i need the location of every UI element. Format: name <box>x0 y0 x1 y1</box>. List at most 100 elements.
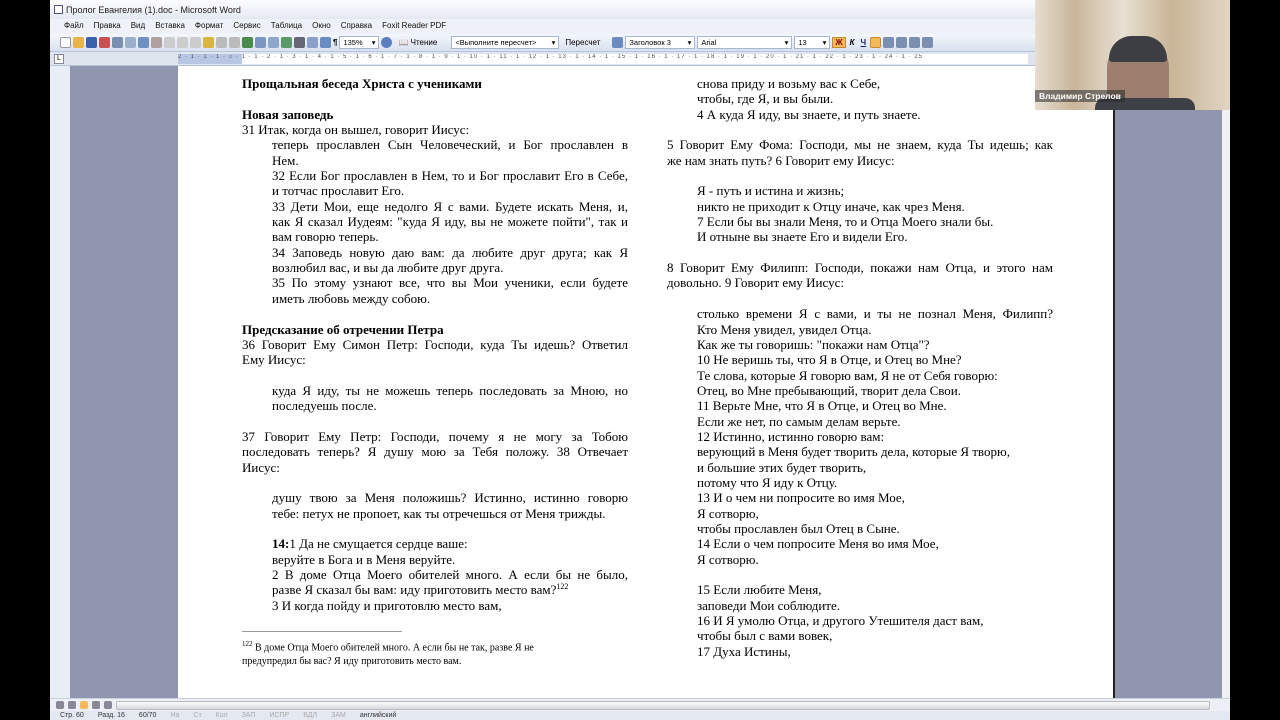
menu-view[interactable]: Вид <box>131 21 145 34</box>
footnote-reference[interactable]: 122 <box>556 582 568 591</box>
ruler-ticks: 2 · 1 · 1 · 1 · ⌂ · 1 · 1 · 2 · 1 · 3 · … <box>178 54 924 60</box>
line-text: же нам знать путь? 6 Говорит ему Иисус: <box>667 152 895 168</box>
line-text: 33 Дети Мои, еще недолго Я с вами. Будет… <box>272 198 628 214</box>
reading-button[interactable]: 📖 Чтение <box>394 38 441 47</box>
text-line: Кто Меня увидел, увидел Отца. <box>667 322 1053 337</box>
text-line: верующий в Меня будет творить дела, кото… <box>667 444 1053 459</box>
footnote: 122 В доме Отца Моего обителей много. А … <box>242 631 602 669</box>
status-rec[interactable]: ЗАП <box>242 711 256 720</box>
undo-icon[interactable] <box>216 37 227 48</box>
print-layout-icon[interactable] <box>80 701 88 709</box>
outline-view-icon[interactable] <box>92 701 100 709</box>
drawing-icon[interactable] <box>307 37 318 48</box>
recalc-button[interactable]: Пересчет <box>561 38 604 47</box>
columns-icon[interactable] <box>294 37 305 48</box>
line-text: довольно. 9 Говорит ему Иисус: <box>667 275 844 291</box>
redo-icon[interactable] <box>229 37 240 48</box>
bold-button[interactable]: Ж <box>832 37 846 48</box>
status-ext[interactable]: ВДЛ <box>303 711 317 720</box>
help-icon[interactable] <box>381 37 393 48</box>
normal-view-icon[interactable] <box>56 701 64 709</box>
tab-selector[interactable]: L <box>54 54 64 64</box>
new-icon[interactable] <box>60 37 71 48</box>
align-right-icon[interactable] <box>896 37 908 48</box>
menu-file[interactable]: Файл <box>64 21 84 34</box>
font-size-select[interactable]: 13 ▾ <box>794 36 831 49</box>
style-select[interactable]: Заголовок 3 ▾ <box>625 36 696 49</box>
text-line: веруйте в Бога и в Меня веруйте. <box>242 552 628 567</box>
insert-excel-icon[interactable] <box>281 37 292 48</box>
insert-table-icon[interactable] <box>268 37 279 48</box>
document-page[interactable]: Прощальная беседа Христа с учениками Нова… <box>178 66 1115 698</box>
menu-help[interactable]: Справка <box>341 21 372 34</box>
line-text: вам говорю теперь. <box>272 229 379 245</box>
underline-button[interactable]: Ч <box>859 38 869 47</box>
horizontal-scrollbar[interactable] <box>116 700 1210 710</box>
justify-icon[interactable] <box>909 37 921 48</box>
save-icon[interactable] <box>86 37 97 48</box>
styles-icon[interactable] <box>612 37 624 48</box>
tables-borders-icon[interactable] <box>255 37 266 48</box>
menu-window[interactable]: Окно <box>312 21 331 34</box>
italic-button[interactable]: К <box>848 38 857 47</box>
line-text: 14 Если о чем попросите Меня во имя Мое, <box>697 536 939 552</box>
menu-tools[interactable]: Сервис <box>233 21 260 34</box>
print-preview-icon[interactable] <box>125 37 136 48</box>
line-text: И отныне вы знаете Его и видели Его. <box>697 229 908 245</box>
status-trk[interactable]: ИСПР <box>269 711 289 720</box>
text-line: чтобы был с вами вовек, <box>667 628 1053 643</box>
paste-icon[interactable] <box>190 37 201 48</box>
open-icon[interactable] <box>73 37 84 48</box>
hyperlink-icon[interactable] <box>242 37 253 48</box>
menu-insert[interactable]: Вставка <box>155 21 185 34</box>
line-text: как Я сказал Иудеям: "куда Я иду, вы не … <box>272 214 628 230</box>
footnote-number: 122 <box>242 640 253 648</box>
text-line: Я сотворю. <box>667 552 1053 567</box>
menu-foxit[interactable]: Foxit Reader PDF <box>382 21 446 34</box>
menu-table[interactable]: Таблица <box>271 21 302 34</box>
print-icon[interactable] <box>112 37 123 48</box>
text-line: 4 А куда Я иду, вы знаете, и путь знаете… <box>667 107 1053 122</box>
format-painter-icon[interactable] <box>203 37 214 48</box>
permission-icon[interactable] <box>99 37 110 48</box>
line-text: 35 По этому узнают все, что вы Мои учени… <box>272 275 628 291</box>
status-ovr[interactable]: ЗАМ <box>331 711 346 720</box>
cut-icon[interactable] <box>164 37 175 48</box>
line-text: возлюбил вас, и вы да любите друг друга. <box>272 260 504 276</box>
web-view-icon[interactable] <box>68 701 76 709</box>
recalc-field[interactable]: <Выполните пересчет> ▾ <box>451 36 560 49</box>
line-text: и тотчас прославит Его. <box>272 183 405 199</box>
zoom-select[interactable]: 135% ▾ <box>339 36 380 49</box>
text-line: снова приду и возьму вас к Себе, <box>667 76 1053 91</box>
document-map-icon[interactable] <box>320 37 331 48</box>
text-line: заповеди Мои соблюдите. <box>667 598 1053 613</box>
line-spacing-icon[interactable] <box>922 37 934 48</box>
text-line: 34 Заповедь новую даю вам: да любите дру… <box>242 245 628 260</box>
align-center-icon[interactable] <box>883 37 895 48</box>
status-page: Стр. 60 <box>60 712 84 719</box>
menu-edit[interactable]: Правка <box>94 21 121 34</box>
text-line: куда Я иду, ты не можешь теперь последов… <box>242 383 628 398</box>
chevron-down-icon: ▾ <box>551 38 556 47</box>
show-hide-icon[interactable]: ¶ <box>333 38 337 47</box>
line-text: Те слова, которые Я говорю вам, Я не от … <box>697 367 998 383</box>
text-line: Как же ты говоришь: "покажи нам Отца"? <box>667 337 1053 352</box>
text-line <box>242 414 628 429</box>
copy-icon[interactable] <box>177 37 188 48</box>
text-line: же нам знать путь? 6 Говорит ему Иисус: <box>667 153 1053 168</box>
line-text: чтобы, где Я, и вы были. <box>697 91 834 107</box>
reading-view-icon[interactable] <box>104 701 112 709</box>
align-left-icon[interactable] <box>870 37 882 48</box>
text-line <box>667 291 1053 306</box>
line-text: Я сотворю, <box>697 505 759 521</box>
research-icon[interactable] <box>151 37 162 48</box>
text-line: потому что Я иду к Отцу. <box>667 475 1053 490</box>
menu-format[interactable]: Формат <box>195 21 223 34</box>
text-line: 5 Говорит Ему Фома: Господи, мы не знаем… <box>667 137 1053 152</box>
title-bar: Пролог Евангелия (1).doc - Microsoft Wor… <box>50 0 1035 19</box>
status-at: На <box>170 712 180 719</box>
spelling-icon[interactable] <box>138 37 149 48</box>
vertical-scrollbar[interactable] <box>1222 66 1230 698</box>
reading-label: Чтение <box>410 38 438 47</box>
font-select[interactable]: Arial ▾ <box>697 36 793 49</box>
